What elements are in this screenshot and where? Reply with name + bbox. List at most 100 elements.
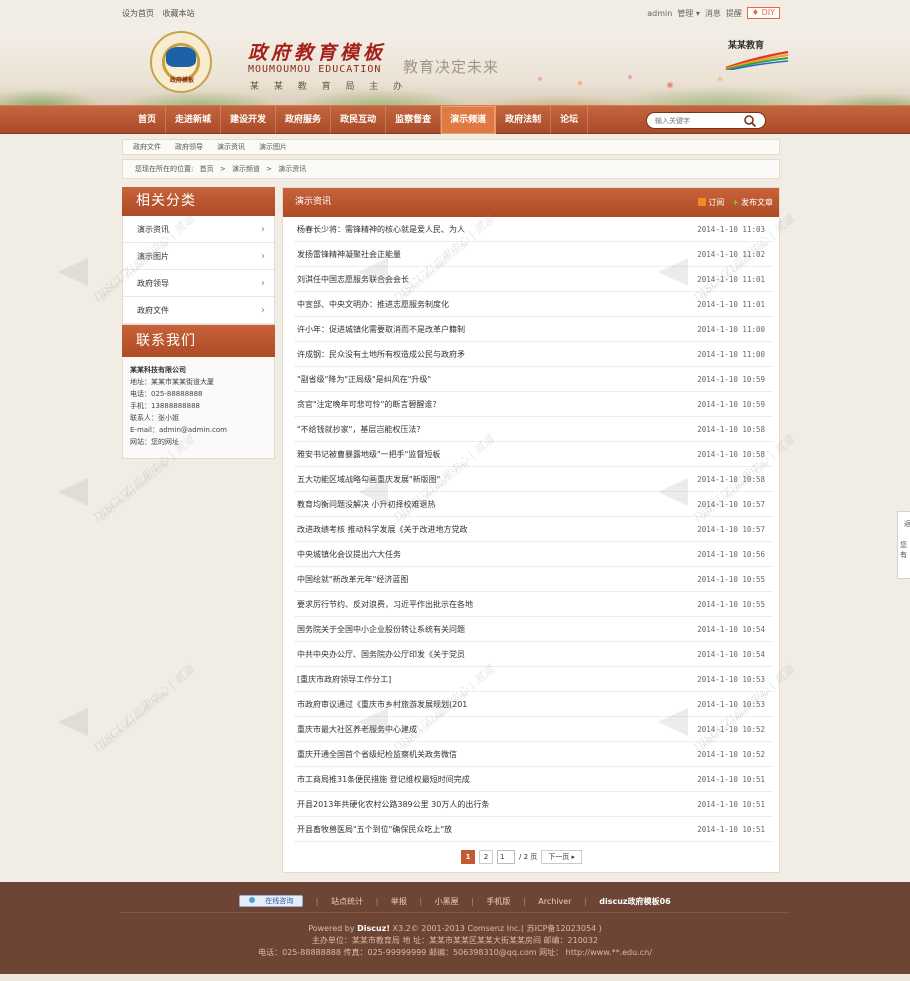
news-title-link[interactable]: 贪官"注定晚年可悲可怜"的断言碧醒谁？ bbox=[297, 392, 440, 417]
news-item[interactable]: 许成钢：民众没有土地所有权造成公民与政府矛 2014-1-10 11:00 bbox=[295, 342, 773, 367]
news-item[interactable]: 要求厉行节约、反对浪费，习近平作出批示在各地 2014-1-10 10:55 bbox=[295, 592, 773, 617]
page-2-link[interactable]: 2 bbox=[479, 850, 493, 864]
news-title-link[interactable]: 要求厉行节约、反对浪费，习近平作出批示在各地 bbox=[297, 592, 473, 617]
news-title-link[interactable]: "副省级"降为"正局级"是纠风在"升级" bbox=[297, 367, 431, 392]
nav-item-home[interactable]: 首页 bbox=[129, 106, 167, 134]
online-consult-button[interactable]: 在线咨询 bbox=[239, 895, 304, 907]
news-title-link[interactable]: 雅安书记被曹暴露地级"一把手"监督短板 bbox=[297, 442, 440, 467]
category-item-gov-docs[interactable]: 政府文件 › bbox=[123, 297, 274, 324]
contact-website[interactable]: 网站：您的网址 bbox=[130, 436, 267, 448]
footer-link-archiver[interactable]: Archiver bbox=[538, 897, 571, 906]
category-item-gov-leaders[interactable]: 政府领导 › bbox=[123, 270, 274, 297]
floating-side-tab[interactable]: 返 您有 bbox=[897, 511, 910, 579]
category-item-demo-pics[interactable]: 演示图片 › bbox=[123, 243, 274, 270]
nav-item-demo-channel[interactable]: 演示频道 bbox=[441, 106, 497, 134]
news-item[interactable]: 中宣部、中央文明办：推进志愿服务制度化 2014-1-10 11:01 bbox=[295, 292, 773, 317]
footer-link-stats[interactable]: 站点统计 bbox=[331, 897, 363, 906]
brand-title: 政府教育模板 bbox=[248, 42, 387, 64]
news-item[interactable]: 市工商局推31条便民措施 登记维权最短时间完成 2014-1-10 10:51 bbox=[295, 767, 773, 792]
page-jump-input[interactable]: 1 bbox=[497, 850, 515, 864]
news-title-link[interactable]: 中共中央办公厅、国务院办公厅印发《关于党员 bbox=[297, 642, 465, 667]
news-title-link[interactable]: 中国绘就"新改革元年"经济蓝图 bbox=[297, 567, 408, 592]
news-item[interactable]: 中央城镇化会议提出六大任务 2014-1-10 10:56 bbox=[295, 542, 773, 567]
nav-item-enter-city[interactable]: 走进新城 bbox=[166, 106, 222, 134]
news-title-link[interactable]: 教育均衡问题没解决 小升初择校难退热 bbox=[297, 492, 436, 517]
news-item[interactable]: 开县畜牧兽医局"五个到位"确保民众吃上"放 2014-1-10 10:51 bbox=[295, 817, 773, 842]
emblem-logo[interactable]: 政府模板 bbox=[150, 31, 212, 93]
footer-link-blackroom[interactable]: 小黑屋 bbox=[435, 897, 459, 906]
nav-item-construction[interactable]: 建设开发 bbox=[221, 106, 277, 134]
news-title-link[interactable]: 开县2013年共硬化农村公路389公里 30万人的出行条 bbox=[297, 792, 489, 817]
news-item[interactable]: 发扬雷锋精神凝聚社会正能量 2014-1-10 11:02 bbox=[295, 242, 773, 267]
news-item[interactable]: 中国绘就"新改革元年"经济蓝图 2014-1-10 10:55 bbox=[295, 567, 773, 592]
news-item[interactable]: 杨春长少将：需锋精神的核心就是爱人民、为人 2014-1-10 11:03 bbox=[295, 217, 773, 242]
news-item[interactable]: 重庆开通全国首个省级纪检监察机关政务微信 2014-1-10 10:52 bbox=[295, 742, 773, 767]
news-item[interactable]: 重庆市最大社区养老服务中心建成 2014-1-10 10:52 bbox=[295, 717, 773, 742]
subnav-demo-pics[interactable]: 演示图片 bbox=[259, 142, 287, 152]
news-title-link[interactable]: 五大功能区域战略勾画重庆发展"新版图" bbox=[297, 467, 440, 492]
publish-button[interactable]: + 发布文章 bbox=[732, 188, 773, 217]
float-tab-top: 返 bbox=[904, 520, 910, 528]
bookmark-link[interactable]: 收藏本站 bbox=[163, 9, 195, 18]
search-input[interactable] bbox=[655, 115, 745, 127]
subnav-gov-docs[interactable]: 政府文件 bbox=[133, 142, 161, 152]
news-item[interactable]: 贪官"注定晚年可悲可怜"的断言碧醒谁？ 2014-1-10 10:59 bbox=[295, 392, 773, 417]
next-page-button[interactable]: 下一页 ▸ bbox=[541, 850, 583, 864]
news-item[interactable]: [重庆市政府领导工作分工] 2014-1-10 10:53 bbox=[295, 667, 773, 692]
subnav-gov-leaders[interactable]: 政府领导 bbox=[175, 142, 203, 152]
news-date: 2014-1-10 10:54 bbox=[697, 625, 765, 634]
news-item[interactable]: 国务院关于全国中小企业股份转让系统有关问题 2014-1-10 10:54 bbox=[295, 617, 773, 642]
news-title-link[interactable]: 许成钢：民众没有土地所有权造成公民与政府矛 bbox=[297, 342, 465, 367]
news-title-link[interactable]: 开县畜牧兽医局"五个到位"确保民众吃上"放 bbox=[297, 817, 452, 842]
news-title-link[interactable]: 市政府审议通过《重庆市乡村旅游发展规划(201 bbox=[297, 692, 467, 717]
news-item[interactable]: 市政府审议通过《重庆市乡村旅游发展规划(201 2014-1-10 10:53 bbox=[295, 692, 773, 717]
search-icon[interactable] bbox=[743, 114, 757, 128]
category-label: 演示图片 bbox=[137, 252, 169, 261]
footer-link-report[interactable]: 举报 bbox=[391, 897, 407, 906]
manage-menu[interactable]: 管理 ▾ bbox=[677, 8, 700, 19]
news-item[interactable]: "副省级"降为"正局级"是纠风在"升级" 2014-1-10 10:59 bbox=[295, 367, 773, 392]
diy-button[interactable]: ♦ DIY bbox=[746, 7, 780, 19]
subscribe-button[interactable]: 订阅 bbox=[698, 188, 724, 217]
set-homepage-link[interactable]: 设为首页 bbox=[122, 9, 154, 18]
news-title-link[interactable]: 市工商局推31条便民措施 登记维权最短时间完成 bbox=[297, 767, 470, 792]
news-title-link[interactable]: 许小年：促进城镇化需要取消而不是改革户籍制 bbox=[297, 317, 465, 342]
news-title-link[interactable]: 中宣部、中央文明办：推进志愿服务制度化 bbox=[297, 292, 449, 317]
footer-link-template[interactable]: discuz政府模板06 bbox=[599, 897, 670, 906]
nav-item-gov-service[interactable]: 政府服务 bbox=[276, 106, 332, 134]
nav-item-interaction[interactable]: 政民互动 bbox=[331, 106, 387, 134]
news-title-link[interactable]: 杨春长少将：需锋精神的核心就是爱人民、为人 bbox=[297, 217, 465, 242]
nav-item-legal[interactable]: 政府法制 bbox=[496, 106, 552, 134]
messages-link[interactable]: 消息 bbox=[705, 8, 721, 19]
news-title-link[interactable]: "不给钱就抄家"，基层岂能权压法？ bbox=[297, 417, 424, 442]
news-item[interactable]: 刘淇任中国志愿服务联合会会长 2014-1-10 11:01 bbox=[295, 267, 773, 292]
contact-email[interactable]: E-mail：admin@admin.com bbox=[130, 424, 267, 436]
subnav-demo-news[interactable]: 演示资讯 bbox=[217, 142, 245, 152]
powered-brand[interactable]: Discuz! bbox=[357, 924, 390, 933]
news-title-link[interactable]: 刘淇任中国志愿服务联合会会长 bbox=[297, 267, 409, 292]
news-item[interactable]: 雅安书记被曹暴露地级"一把手"监督短板 2014-1-10 10:58 bbox=[295, 442, 773, 467]
username-link[interactable]: admin bbox=[647, 9, 672, 18]
news-item[interactable]: 中共中央办公厅、国务院办公厅印发《关于党员 2014-1-10 10:54 bbox=[295, 642, 773, 667]
breadcrumb-current[interactable]: 演示资讯 bbox=[278, 165, 306, 173]
breadcrumb-home[interactable]: 首页 bbox=[200, 165, 214, 173]
news-item[interactable]: 许小年：促进城镇化需要取消而不是改革户籍制 2014-1-10 11:00 bbox=[295, 317, 773, 342]
news-title-link[interactable]: [重庆市政府领导工作分工] bbox=[297, 667, 391, 692]
news-item[interactable]: 五大功能区域战略勾画重庆发展"新版图" 2014-1-10 10:58 bbox=[295, 467, 773, 492]
news-item[interactable]: "不给钱就抄家"，基层岂能权压法？ 2014-1-10 10:58 bbox=[295, 417, 773, 442]
news-title-link[interactable]: 重庆开通全国首个省级纪检监察机关政务微信 bbox=[297, 742, 457, 767]
nav-item-supervision[interactable]: 监察督查 bbox=[386, 106, 442, 134]
news-title-link[interactable]: 改进政绩考核 推动科学发展《关于改进地方党政 bbox=[297, 517, 468, 542]
nav-item-forum[interactable]: 论坛 bbox=[551, 106, 589, 134]
category-item-demo-news[interactable]: 演示资讯 › bbox=[123, 216, 274, 243]
breadcrumb-channel[interactable]: 演示频道 bbox=[232, 165, 260, 173]
news-title-link[interactable]: 国务院关于全国中小企业股份转让系统有关问题 bbox=[297, 617, 465, 642]
news-item[interactable]: 开县2013年共硬化农村公路389公里 30万人的出行条 2014-1-10 10… bbox=[295, 792, 773, 817]
news-title-link[interactable]: 重庆市最大社区养老服务中心建成 bbox=[297, 717, 417, 742]
news-item[interactable]: 改进政绩考核 推动科学发展《关于改进地方党政 2014-1-10 10:57 bbox=[295, 517, 773, 542]
news-title-link[interactable]: 发扬雷锋精神凝聚社会正能量 bbox=[297, 242, 401, 267]
alerts-link[interactable]: 提醒 bbox=[726, 8, 742, 19]
news-item[interactable]: 教育均衡问题没解决 小升初择校难退热 2014-1-10 10:57 bbox=[295, 492, 773, 517]
news-title-link[interactable]: 中央城镇化会议提出六大任务 bbox=[297, 542, 401, 567]
footer-link-mobile[interactable]: 手机版 bbox=[486, 897, 510, 906]
